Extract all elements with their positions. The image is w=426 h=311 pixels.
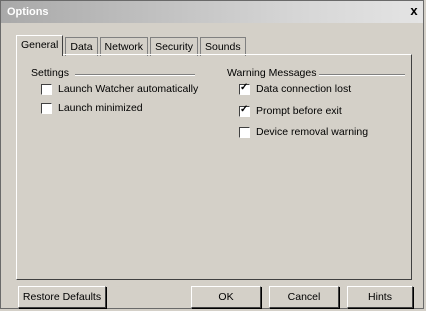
launch-automatically-label: Launch Watcher automatically xyxy=(58,83,199,95)
data-connection-lost-label: Data connection lost xyxy=(256,83,352,95)
prompt-before-exit-label: Prompt before exit xyxy=(256,105,342,117)
tab-strip: General Data Network Security Sounds xyxy=(16,35,248,56)
cancel-button[interactable]: Cancel xyxy=(269,286,339,308)
device-removal-warning-checkbox[interactable] xyxy=(239,126,250,138)
warnings-group-title: Warning Messages xyxy=(227,67,317,79)
launch-minimized-checkbox[interactable] xyxy=(41,102,52,114)
restore-defaults-button[interactable]: Restore Defaults xyxy=(18,286,106,308)
device-removal-warning-option[interactable]: Device removal warning xyxy=(239,126,368,138)
close-button[interactable]: x xyxy=(407,4,421,18)
launch-automatically-checkbox[interactable] xyxy=(41,83,52,95)
tab-general[interactable]: General xyxy=(16,35,64,56)
data-connection-lost-option[interactable]: Data connection lost xyxy=(239,82,352,95)
settings-group-title: Settings xyxy=(31,67,69,79)
settings-group-divider xyxy=(75,74,195,76)
window-title: Options xyxy=(7,6,49,18)
device-removal-warning-label: Device removal warning xyxy=(256,126,369,138)
title-bar[interactable]: Options x xyxy=(1,1,423,23)
prompt-before-exit-checkbox[interactable] xyxy=(239,104,250,117)
general-panel: Settings Launch Watcher automatically La… xyxy=(16,54,412,280)
launch-minimized-option[interactable]: Launch minimized xyxy=(41,102,143,114)
prompt-before-exit-option[interactable]: Prompt before exit xyxy=(239,104,342,117)
hints-button[interactable]: Hints xyxy=(347,286,413,308)
warnings-group-divider xyxy=(319,74,405,76)
ok-button[interactable]: OK xyxy=(191,286,261,308)
data-connection-lost-checkbox[interactable] xyxy=(239,82,250,95)
launch-automatically-option[interactable]: Launch Watcher automatically xyxy=(41,83,198,95)
launch-minimized-label: Launch minimized xyxy=(58,102,143,114)
options-dialog: Options x General Data Network Security … xyxy=(0,0,424,309)
